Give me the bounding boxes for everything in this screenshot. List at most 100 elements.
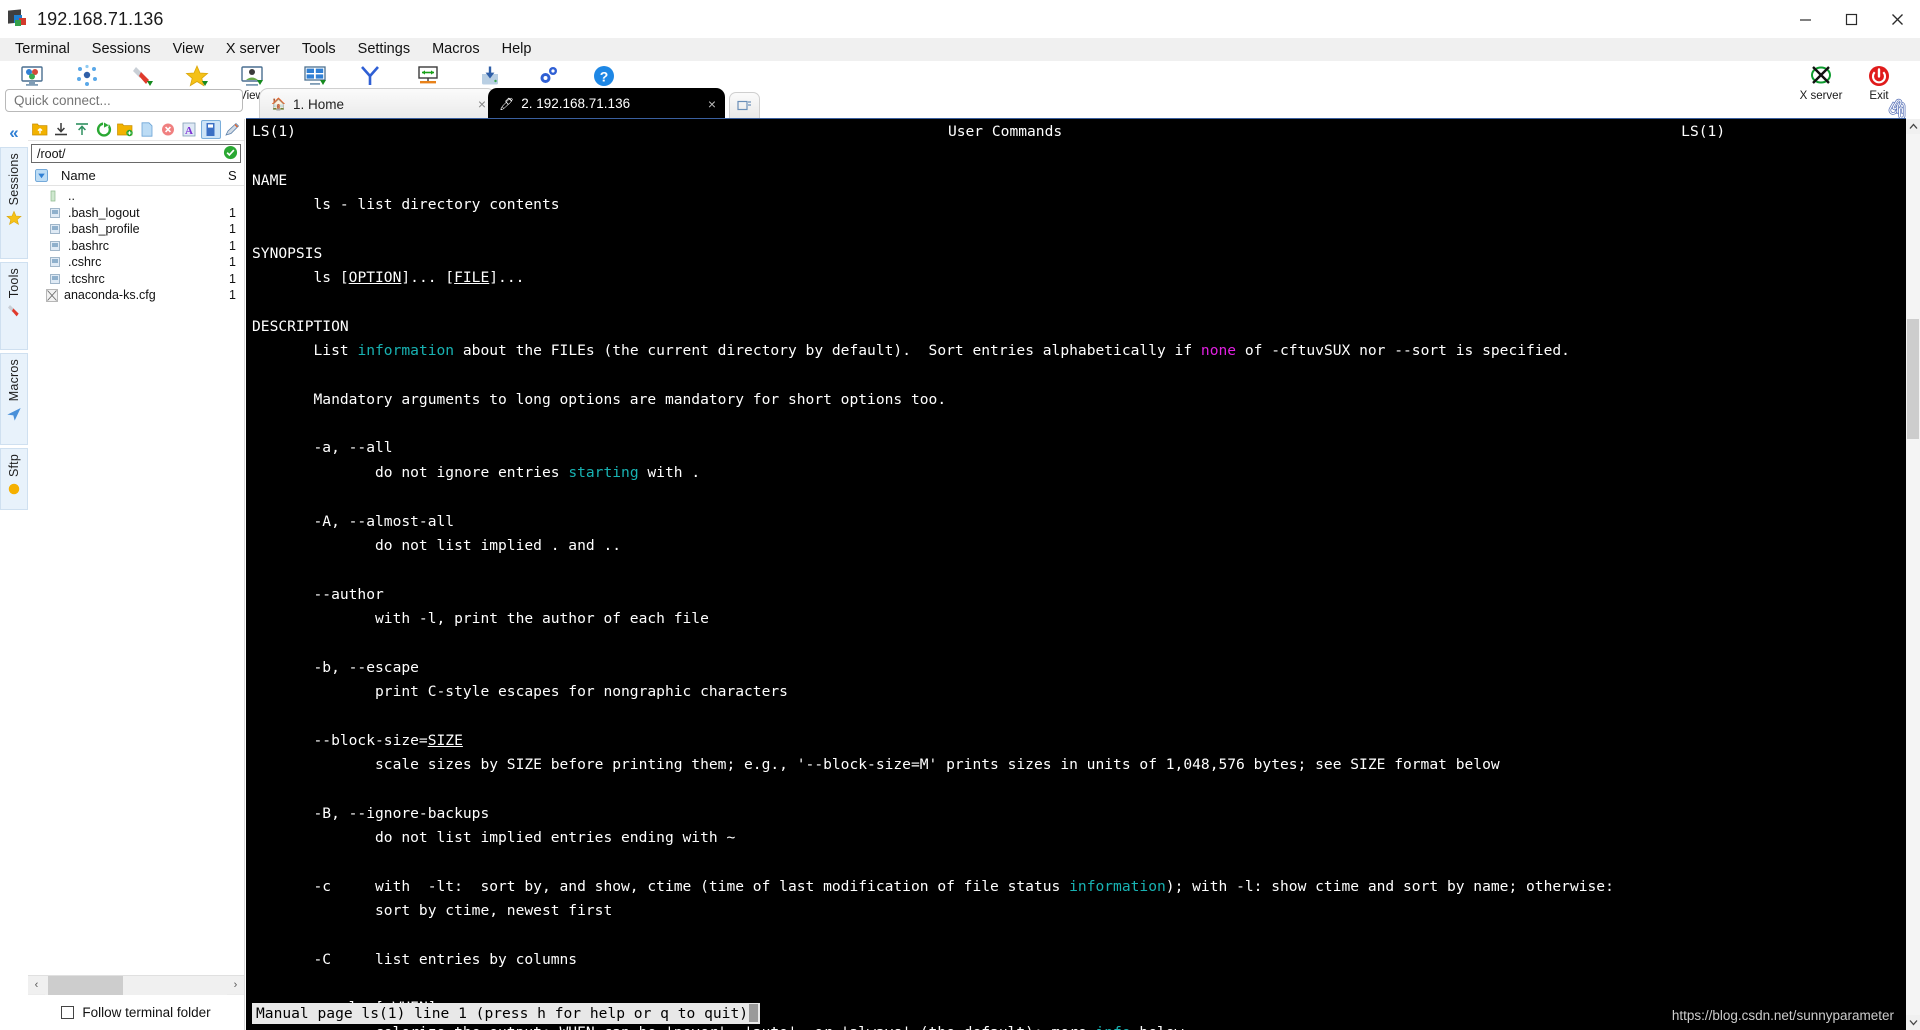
- help-question-icon: ?: [592, 63, 616, 89]
- binary-mode-icon[interactable]: [201, 120, 221, 139]
- chevron-down-icon[interactable]: [1906, 1015, 1920, 1030]
- man-header-right: LS(1): [1681, 123, 1726, 140]
- refresh-icon[interactable]: [94, 120, 113, 139]
- delete-icon[interactable]: [158, 120, 177, 139]
- folder-up-icon: [50, 190, 65, 202]
- menu-item-settings[interactable]: Settings: [347, 39, 421, 59]
- man-header-row: LS(1) User Commands LS(1): [252, 123, 1725, 140]
- man-ref-file: FILE: [454, 269, 490, 287]
- new-tab-icon[interactable]: [729, 92, 760, 118]
- file-icon: [50, 256, 65, 268]
- chevron-up-icon[interactable]: [1906, 119, 1920, 134]
- sort-desc-icon[interactable]: [32, 168, 50, 182]
- tab-label: 2. 192.168.71.136: [521, 96, 631, 111]
- menu-item-view[interactable]: View: [162, 39, 215, 59]
- file-size: 1: [229, 222, 236, 237]
- chevron-double-left-icon[interactable]: «: [0, 119, 28, 147]
- menu-item-terminal[interactable]: Terminal: [4, 39, 81, 59]
- cfg-file-icon: [46, 288, 61, 302]
- split-icon: [303, 63, 327, 89]
- follow-terminal-folder-label: Follow terminal folder: [82, 1005, 211, 1020]
- man-status-text: Manual page ls(1) line 1 (press h for he…: [256, 1004, 749, 1022]
- file-icon: [50, 223, 65, 235]
- menu-item-macros[interactable]: Macros: [421, 39, 491, 59]
- minimize-icon[interactable]: [1782, 0, 1828, 38]
- file-icon: [50, 240, 65, 252]
- follow-terminal-folder-row[interactable]: Follow terminal folder: [28, 994, 244, 1030]
- watermark-text: https://blog.csdn.net/sunnyparameter: [1671, 1008, 1894, 1023]
- macros-icon: [6, 406, 22, 424]
- man-header-center: User Commands: [947, 123, 1063, 140]
- tab-192-168-71-136[interactable]: 🖊 2. 192.168.71.136 ×: [488, 88, 725, 119]
- packages-icon: [478, 63, 502, 89]
- file-size: 1: [229, 205, 236, 220]
- sidebar-item-sessions[interactable]: Sessions: [0, 147, 28, 259]
- list-item[interactable]: anaconda-ks.cfg 1: [28, 287, 244, 304]
- scrollbar-thumb[interactable]: [1907, 319, 1919, 439]
- tab-close-icon[interactable]: ×: [708, 96, 716, 112]
- terminal-output[interactable]: LS(1) User Commands LS(1) NAME ls - list d…: [246, 119, 1906, 1030]
- scroll-right-icon[interactable]: ›: [227, 979, 244, 991]
- file-icon: [50, 273, 65, 285]
- list-item[interactable]: .bash_logout 1: [28, 205, 244, 222]
- file-name: .tcshrc: [68, 271, 105, 286]
- follow-terminal-folder-checkbox[interactable]: [61, 1006, 75, 1019]
- scrollbar-thumb[interactable]: [48, 975, 123, 995]
- sidebar-item-sftp[interactable]: Sftp: [0, 448, 28, 510]
- terminal-cursor: [749, 1004, 759, 1022]
- home-icon: 🏠: [271, 97, 286, 111]
- terminal-tab-strip: 🏠 1. Home × 🖊 2. 192.168.71.136 ×: [259, 88, 1920, 119]
- file-name: .bash_profile: [68, 222, 140, 237]
- sftp-file-list[interactable]: .. .bash_logout 1 .bash_profile 1 .bashr…: [28, 186, 244, 975]
- close-icon[interactable]: [1874, 0, 1920, 38]
- menu-item-tools[interactable]: Tools: [291, 39, 347, 59]
- column-header-size[interactable]: S: [228, 168, 244, 183]
- tab-home[interactable]: 🏠 1. Home ×: [259, 88, 496, 119]
- scroll-left-icon[interactable]: ‹: [28, 979, 45, 991]
- edit-icon[interactable]: [223, 120, 242, 139]
- file-name: .bash_logout: [68, 205, 140, 220]
- svg-text:?: ?: [599, 69, 608, 85]
- list-item[interactable]: .bash_profile 1: [28, 221, 244, 238]
- menu-item-sessions[interactable]: Sessions: [81, 39, 162, 59]
- sftp-icon: [7, 482, 21, 498]
- session-icon: [20, 63, 44, 89]
- star-icon: [184, 63, 209, 89]
- terminal-vertical-scrollbar[interactable]: [1906, 119, 1920, 1030]
- new-file-icon[interactable]: [137, 120, 156, 139]
- maximize-icon[interactable]: [1828, 0, 1874, 38]
- menu-item-xserver[interactable]: X server: [215, 39, 291, 59]
- list-item[interactable]: .cshrc 1: [28, 254, 244, 271]
- folder-up-icon[interactable]: [30, 120, 49, 139]
- download-icon[interactable]: [51, 120, 70, 139]
- column-header-name[interactable]: Name: [50, 168, 228, 183]
- sidebar-item-tools[interactable]: Tools: [0, 262, 28, 350]
- view-icon: [240, 63, 264, 89]
- file-size: 1: [229, 271, 236, 286]
- sidebar-rail: « Sessions Tools Macros Sftp: [0, 119, 28, 1030]
- multiexec-icon: [358, 63, 382, 89]
- new-folder-icon[interactable]: [116, 120, 135, 139]
- sidebar-item-macros[interactable]: Macros: [0, 353, 28, 445]
- list-item[interactable]: .tcshrc 1: [28, 271, 244, 288]
- tab-close-icon[interactable]: ×: [478, 96, 486, 112]
- man-ref-option: OPTION: [348, 269, 402, 287]
- menu-bar: Terminal Sessions View X server Tools Se…: [0, 38, 1920, 61]
- text-mode-icon[interactable]: A: [180, 120, 199, 139]
- sftp-path-field[interactable]: /root/: [31, 144, 241, 163]
- sftp-path-value: /root/: [37, 146, 66, 161]
- quick-connect-input[interactable]: [5, 89, 243, 112]
- scrollbar-trough[interactable]: [45, 975, 227, 995]
- window-controls: [1782, 0, 1920, 38]
- check-circle-icon[interactable]: [223, 145, 238, 163]
- tools-icon: [130, 63, 154, 89]
- upload-icon[interactable]: [73, 120, 92, 139]
- file-icon: [50, 207, 65, 219]
- list-item[interactable]: .bashrc 1: [28, 238, 244, 255]
- list-item[interactable]: ..: [28, 188, 244, 205]
- menu-item-help[interactable]: Help: [491, 39, 543, 59]
- man-body: NAME ls - list directory contents SYNOPS…: [252, 171, 1614, 1030]
- sftp-horizontal-scrollbar[interactable]: ‹ ›: [28, 975, 244, 995]
- rail-label: Sessions: [7, 153, 21, 206]
- rail-label: Macros: [7, 359, 21, 402]
